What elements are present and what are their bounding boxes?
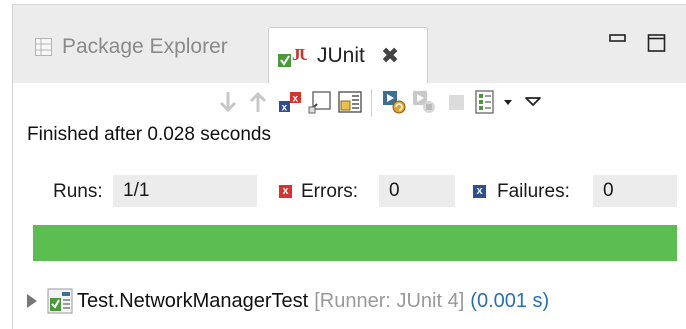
failures-label: Failures: xyxy=(497,181,570,202)
maximize-icon[interactable] xyxy=(647,33,667,53)
run-status-text: Finished after 0.028 seconds xyxy=(27,124,271,145)
test-progress-bar xyxy=(33,225,677,261)
scroll-lock-icon[interactable] xyxy=(307,89,333,115)
run-counters: Runs: 1/1 x Errors: 0 x Failures: 0 xyxy=(13,175,686,211)
layout-icon[interactable] xyxy=(337,89,363,115)
view-menu-icon[interactable] xyxy=(521,89,547,115)
test-suite-name: Test.NetworkManagerTest xyxy=(77,289,309,312)
expand-arrow-icon[interactable] xyxy=(27,294,37,308)
test-runner-info: [Runner: JUnit 4] xyxy=(314,289,465,312)
runs-label: Runs: xyxy=(53,181,103,202)
stop-icon[interactable] xyxy=(443,89,469,115)
rerun-failures-first-icon[interactable] xyxy=(411,89,437,115)
toolbar-separator xyxy=(371,89,372,117)
history-dropdown-icon[interactable] xyxy=(495,89,521,115)
test-run-history-icon[interactable] xyxy=(471,89,497,115)
test-elapsed-time: (0.001 s) xyxy=(470,289,550,312)
rerun-icon[interactable] xyxy=(381,89,407,115)
tree-item-test-suite[interactable]: Test.NetworkManagerTest [Runner: JUnit 4… xyxy=(27,287,549,315)
tab-package-explorer[interactable]: Package Explorer xyxy=(35,27,228,67)
svg-text:x: x xyxy=(293,94,299,105)
svg-text:x: x xyxy=(282,103,288,114)
next-failure-icon[interactable] xyxy=(215,89,241,115)
error-icon: x xyxy=(279,185,292,198)
errors-value: 0 xyxy=(379,175,455,207)
junit-toolbar: x x xyxy=(13,83,686,125)
view-tab-bar: Package Explorer J U JUnit ✖ xyxy=(13,5,686,84)
minimize-icon[interactable] xyxy=(609,33,627,51)
failures-value: 0 xyxy=(593,175,677,207)
junit-icon: J U xyxy=(278,45,307,67)
test-results-tree: Test.NetworkManagerTest [Runner: JUnit 4… xyxy=(13,281,686,321)
tab-package-explorer-label: Package Explorer xyxy=(62,35,228,58)
runs-value: 1/1 xyxy=(113,175,257,207)
failure-icon: x xyxy=(473,185,486,198)
close-icon[interactable]: ✖ xyxy=(381,43,399,69)
test-suite-passed-icon xyxy=(47,288,73,314)
junit-view-frame: Package Explorer J U JUnit ✖ x x Finishe… xyxy=(12,4,686,329)
previous-failure-icon[interactable] xyxy=(245,89,271,115)
svg-text:U: U xyxy=(299,45,307,64)
errors-label: Errors: xyxy=(301,181,358,202)
show-failures-only-icon[interactable]: x x xyxy=(277,89,303,115)
tab-junit[interactable]: J U JUnit ✖ xyxy=(268,27,428,84)
progress-fill xyxy=(33,225,677,261)
tab-junit-label: JUnit xyxy=(317,44,365,67)
package-explorer-icon xyxy=(35,38,52,56)
